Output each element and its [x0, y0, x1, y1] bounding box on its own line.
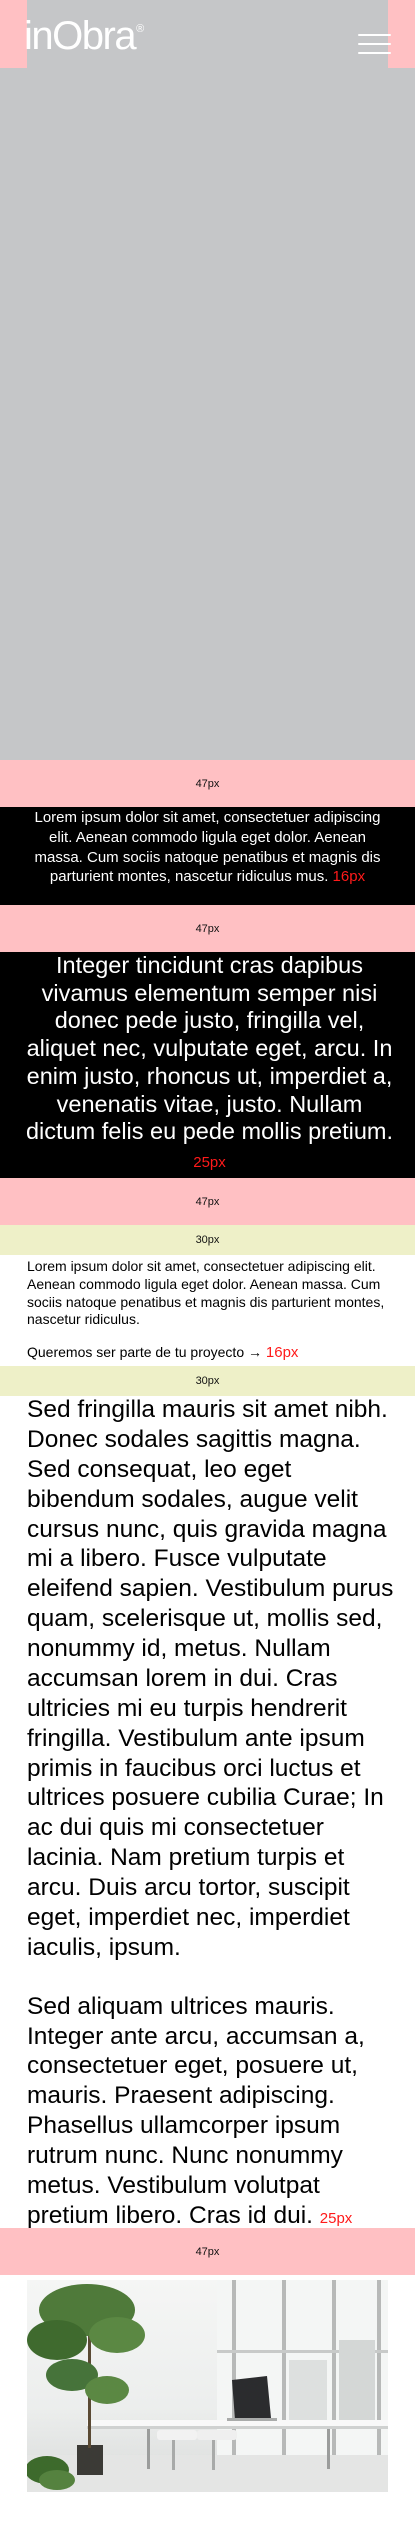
- font-size-label: 16px: [265, 1344, 299, 1362]
- font-size-label: 16px: [332, 868, 366, 886]
- menu-line: [358, 42, 391, 46]
- right-margin-guide: [388, 0, 415, 68]
- hamburger-menu-icon[interactable]: [358, 34, 391, 54]
- project-cta-link[interactable]: Queremos ser parte de tu proyecto →: [27, 1344, 262, 1360]
- intro-section: Lorem ipsum dolor sit amet, consectetuer…: [0, 1258, 415, 1362]
- spacer-label: 30px: [195, 1375, 220, 1387]
- body-text-16: Lorem ipsum dolor sit amet, consectetuer…: [30, 808, 385, 887]
- office-photo: [27, 2280, 388, 2492]
- spacer-30: 30px: [0, 1225, 415, 1255]
- registered-mark: ®: [136, 23, 145, 35]
- spacer-label: 47px: [195, 2245, 220, 2258]
- brand-logo[interactable]: inObra®: [24, 14, 145, 58]
- body-text-16-content: Lorem ipsum dolor sit amet, consectetuer…: [34, 809, 381, 886]
- text-block-25: Integer tincidunt cras dapibus vivamus e…: [0, 952, 415, 1178]
- long-text-paragraph-2: Sed aliquam ultrices mauris. Integer ant…: [27, 1992, 365, 2229]
- intro-text: Lorem ipsum dolor sit amet, consectetuer…: [27, 1258, 385, 1328]
- spacer-label: 47px: [195, 1195, 220, 1208]
- spacer-47: 47px: [0, 760, 415, 807]
- logo-text: inObra: [24, 14, 137, 58]
- font-size-label: 25px: [193, 1154, 226, 1172]
- long-text-paragraph-1: Sed fringilla mauris sit amet nibh. Done…: [27, 1396, 394, 1961]
- hero-image-placeholder: [0, 0, 415, 760]
- cta-row: Queremos ser parte de tu proyecto → 16px: [27, 1343, 406, 1362]
- menu-line: [358, 34, 391, 37]
- spacer-label: 30px: [195, 1234, 220, 1246]
- spacer-30: 30px: [0, 1366, 415, 1396]
- long-text-section: Sed fringilla mauris sit amet nibh. Done…: [0, 1395, 415, 2231]
- font-size-label: 25px: [319, 2209, 353, 2227]
- spacer-47: 47px: [0, 2228, 415, 2275]
- spacer-label: 47px: [195, 922, 220, 935]
- body-text-25: Integer tincidunt cras dapibus vivamus e…: [24, 952, 395, 1174]
- spacer-47: 47px: [0, 1178, 415, 1225]
- menu-line: [358, 51, 391, 54]
- spacer-label: 47px: [195, 777, 220, 790]
- office-photo-illustration: [27, 2280, 388, 2492]
- left-margin-guide: [0, 0, 27, 68]
- spacer-47: 47px: [0, 905, 415, 952]
- long-text-paragraph-2-row: Sed aliquam ultrices mauris. Integer ant…: [27, 1992, 397, 2231]
- text-block-16: Lorem ipsum dolor sit amet, consectetuer…: [0, 807, 415, 905]
- body-text-25-content: Integer tincidunt cras dapibus vivamus e…: [25, 952, 393, 1145]
